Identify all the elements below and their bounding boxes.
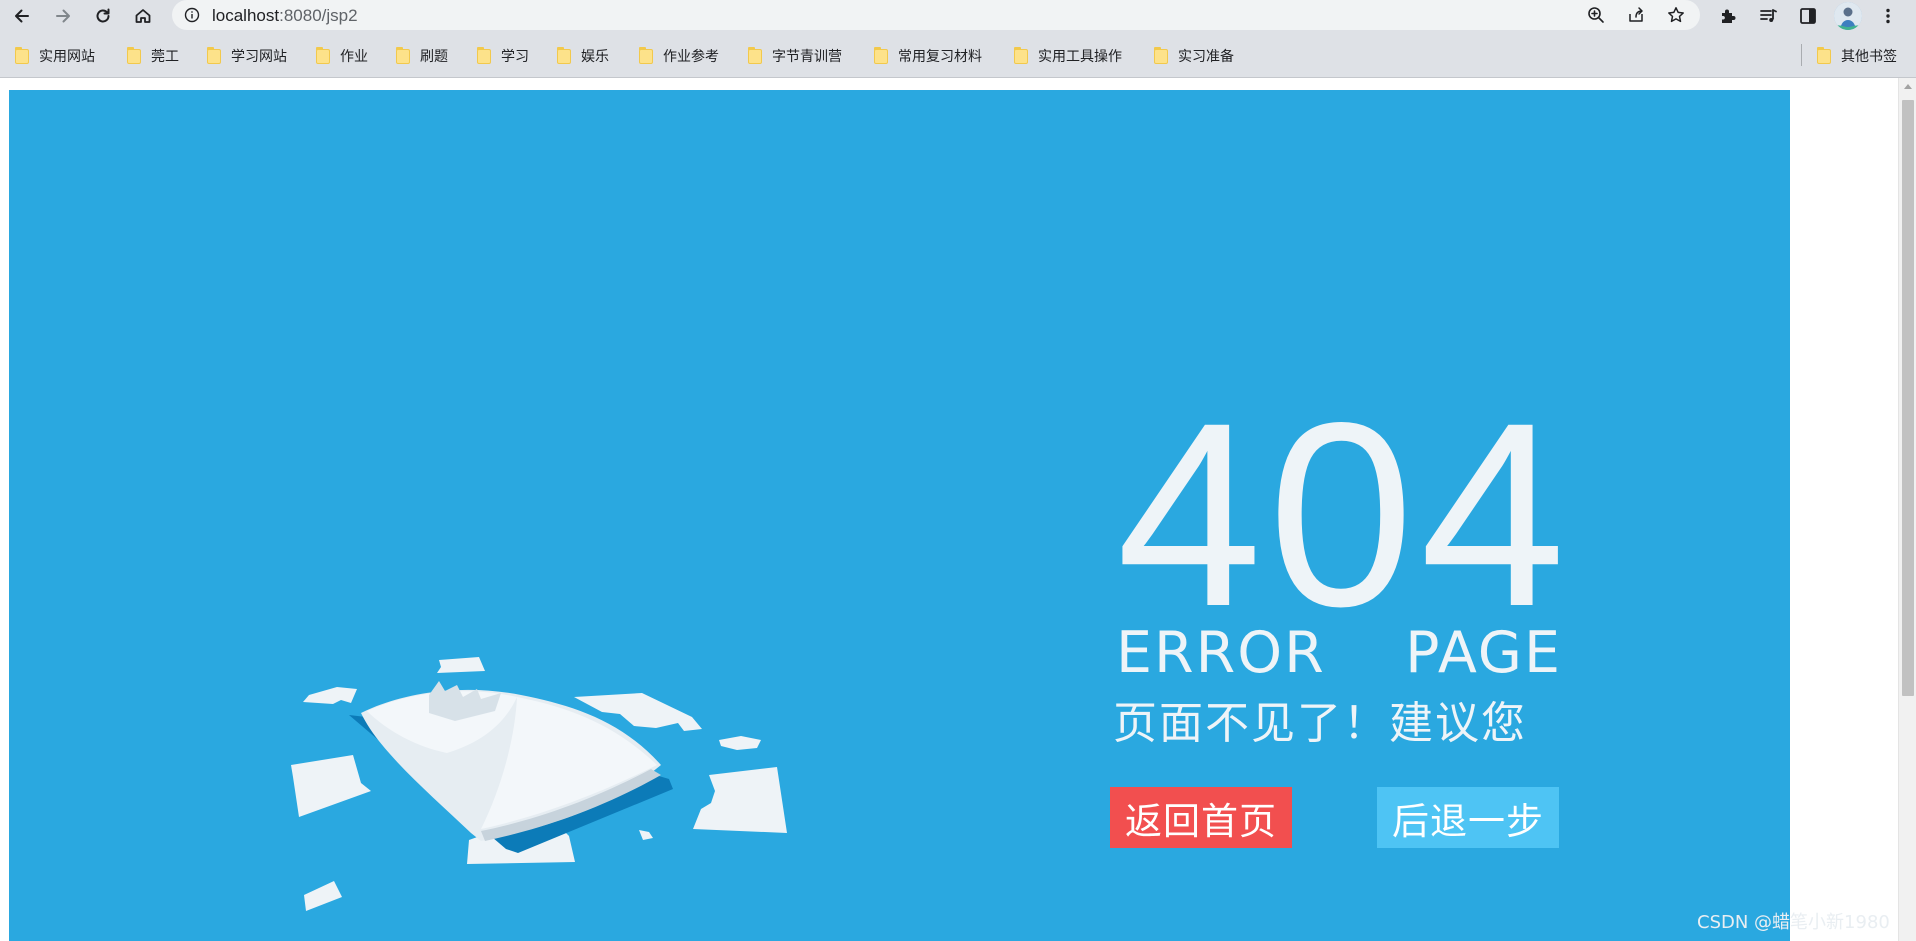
- home-button[interactable]: [129, 2, 157, 30]
- bookmark-label: 作业: [340, 49, 368, 65]
- bookmark-label: 实用工具操作: [1038, 49, 1122, 65]
- folder-icon: [874, 46, 888, 64]
- arrow-right-icon: [56, 9, 70, 23]
- home-icon: [135, 9, 151, 23]
- browser-toolbar: localhost:8080/jsp2: [0, 0, 1916, 32]
- bookmark-folder[interactable]: 作业参考: [639, 46, 719, 66]
- side-panel-icon: [1800, 8, 1816, 24]
- error-title-word: PAGE: [1405, 620, 1562, 686]
- extensions-button[interactable]: [1716, 4, 1740, 28]
- scrollbar-thumb[interactable]: [1902, 100, 1914, 696]
- folder-icon: [477, 46, 491, 64]
- folder-icon: [1817, 46, 1831, 64]
- bookmark-label: 学习: [501, 49, 529, 65]
- bookmark-label: 莞工: [151, 49, 179, 65]
- folder-icon: [15, 46, 29, 64]
- bookmark-folder[interactable]: 实用工具操作: [1014, 46, 1122, 66]
- bookmark-folder[interactable]: 娱乐: [557, 46, 609, 66]
- share-button[interactable]: [1626, 5, 1648, 27]
- bookmark-label: 刷题: [420, 49, 448, 65]
- bookmark-label: 其他书签: [1841, 49, 1897, 65]
- zoom-button[interactable]: [1586, 5, 1608, 27]
- bookmark-folder[interactable]: 学习: [477, 46, 529, 66]
- bookmark-folder[interactable]: 实习准备: [1154, 46, 1234, 66]
- folder-icon: [127, 46, 141, 64]
- media-button[interactable]: [1756, 4, 1780, 28]
- bookmark-folder[interactable]: 作业: [316, 46, 368, 66]
- reload-icon: [96, 8, 110, 23]
- star-icon: [1668, 7, 1684, 23]
- folder-icon: [1014, 46, 1028, 64]
- folder-icon: [396, 46, 410, 64]
- folder-icon: [748, 46, 762, 64]
- bookmark-label: 实习准备: [1178, 49, 1234, 65]
- bookmark-label: 作业参考: [663, 49, 719, 65]
- page-viewport: 404 ERROR PAGE 页面不见了！建议您 返回首页 后退一步: [0, 78, 1898, 941]
- other-bookmarks-folder[interactable]: 其他书签: [1817, 46, 1897, 66]
- bookmark-label: 娱乐: [581, 49, 609, 65]
- bookmark-folder[interactable]: 字节青训营: [748, 46, 842, 66]
- zoom-icon: [1588, 7, 1604, 23]
- bookmark-label: 实用网站: [39, 49, 95, 65]
- avatar-icon: [1834, 2, 1862, 30]
- bookmark-folder[interactable]: 刷题: [396, 46, 448, 66]
- back-button[interactable]: [8, 2, 36, 30]
- share-icon: [1629, 7, 1643, 22]
- vertical-scrollbar[interactable]: [1898, 78, 1916, 941]
- bookmark-folder[interactable]: 莞工: [127, 46, 179, 66]
- address-bar[interactable]: localhost:8080/jsp2: [172, 0, 1700, 30]
- scroll-up-arrow-icon[interactable]: [1904, 84, 1912, 89]
- bookmark-star-button[interactable]: [1666, 5, 1688, 27]
- bookmarks-bar: 实用网站 莞工 学习网站 作业 刷题 学习 娱乐 作业参考 字节青训营 常用复习…: [0, 32, 1916, 78]
- side-panel-button[interactable]: [1796, 4, 1820, 28]
- bookmarks-divider: [1801, 44, 1802, 66]
- folder-icon: [1154, 46, 1168, 64]
- error-subtitle: 页面不见了！建议您: [1113, 698, 1527, 749]
- url-path: :8080/jsp2: [279, 6, 358, 25]
- url-text[interactable]: localhost:8080/jsp2: [212, 6, 358, 26]
- puzzle-icon: [1722, 9, 1736, 23]
- media-queue-icon: [1760, 9, 1777, 22]
- bookmark-folder[interactable]: 常用复习材料: [874, 46, 982, 66]
- go-back-button[interactable]: 后退一步: [1377, 787, 1559, 848]
- folder-icon: [639, 46, 653, 64]
- error-title: ERROR PAGE: [1116, 625, 1562, 682]
- error-title-word: ERROR: [1116, 620, 1326, 686]
- browser-menu-button[interactable]: [1876, 4, 1900, 28]
- bookmark-label: 学习网站: [231, 49, 287, 65]
- arrow-left-icon: [15, 9, 29, 23]
- home-page-button[interactable]: 返回首页: [1110, 787, 1292, 848]
- error-page: 404 ERROR PAGE 页面不见了！建议您 返回首页 后退一步: [9, 90, 1790, 941]
- reload-button[interactable]: [89, 2, 117, 30]
- folder-icon: [316, 46, 330, 64]
- bookmark-folder[interactable]: 实用网站: [15, 46, 95, 66]
- url-host: localhost: [212, 6, 280, 25]
- forward-button[interactable]: [49, 2, 77, 30]
- folder-icon: [557, 46, 571, 64]
- bookmark-folder[interactable]: 学习网站: [207, 46, 287, 66]
- profile-avatar[interactable]: [1834, 2, 1862, 30]
- info-icon[interactable]: [184, 7, 200, 23]
- bookmark-label: 字节青训营: [772, 49, 842, 65]
- folder-icon: [207, 46, 221, 64]
- error-code-text: 404: [1116, 368, 1571, 661]
- watermark: CSDN @蜡笔小新1980: [1697, 912, 1890, 933]
- bookmark-label: 常用复习材料: [898, 49, 982, 65]
- kebab-menu-icon: [1886, 8, 1890, 24]
